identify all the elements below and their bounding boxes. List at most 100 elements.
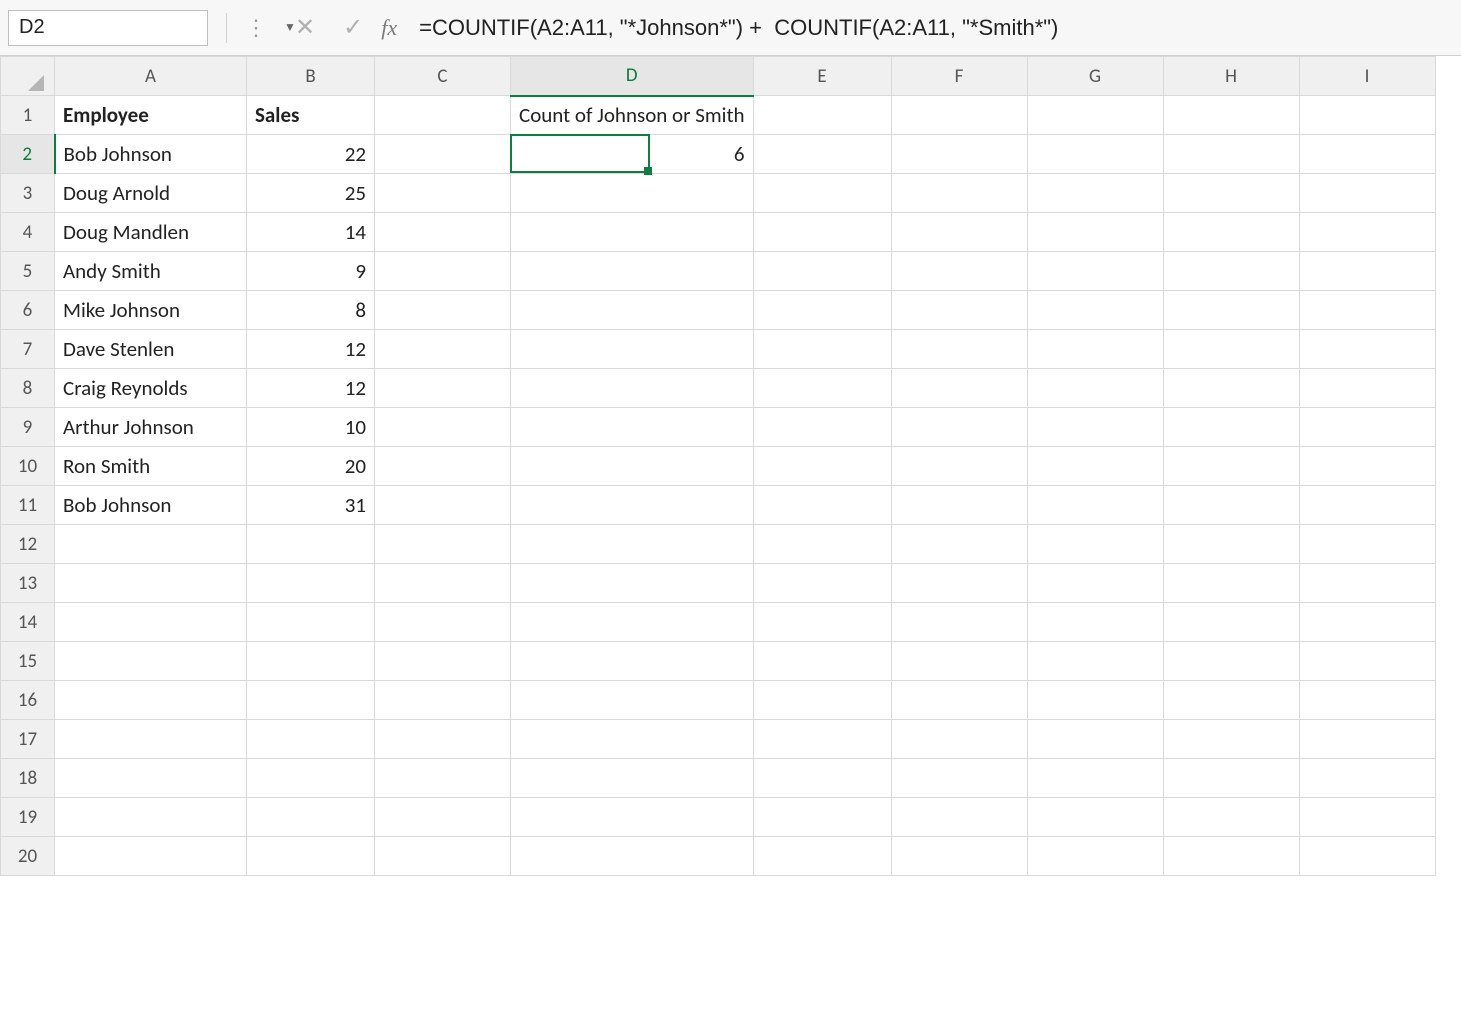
cell-C8[interactable] — [375, 369, 511, 408]
cell-D18[interactable] — [511, 759, 754, 798]
cell-E6[interactable] — [753, 291, 891, 330]
cell-B15[interactable] — [247, 642, 375, 681]
cell-A12[interactable] — [55, 525, 247, 564]
cell-A16[interactable] — [55, 681, 247, 720]
cell-C6[interactable] — [375, 291, 511, 330]
enter-check-icon[interactable]: ✓ — [343, 13, 363, 42]
col-header-B[interactable]: B — [247, 57, 375, 96]
cell-D10[interactable] — [511, 447, 754, 486]
cell-A5[interactable]: Andy Smith — [55, 252, 247, 291]
cell-I8[interactable] — [1299, 369, 1435, 408]
cell-A17[interactable] — [55, 720, 247, 759]
cell-E4[interactable] — [753, 213, 891, 252]
cell-F12[interactable] — [891, 525, 1027, 564]
cell-G1[interactable] — [1027, 96, 1163, 135]
cell-I3[interactable] — [1299, 174, 1435, 213]
cell-G19[interactable] — [1027, 798, 1163, 837]
cell-H1[interactable] — [1163, 96, 1299, 135]
row-header-4[interactable]: 4 — [1, 213, 55, 252]
cell-H11[interactable] — [1163, 486, 1299, 525]
cell-C2[interactable] — [375, 135, 511, 174]
row-header-9[interactable]: 9 — [1, 408, 55, 447]
cell-A15[interactable] — [55, 642, 247, 681]
cell-E15[interactable] — [753, 642, 891, 681]
cell-E2[interactable] — [753, 135, 891, 174]
row-header-16[interactable]: 16 — [1, 681, 55, 720]
row-header-6[interactable]: 6 — [1, 291, 55, 330]
cell-I13[interactable] — [1299, 564, 1435, 603]
cell-H5[interactable] — [1163, 252, 1299, 291]
cell-E8[interactable] — [753, 369, 891, 408]
cell-A6[interactable]: Mike Johnson — [55, 291, 247, 330]
cell-D9[interactable] — [511, 408, 754, 447]
cell-D3[interactable] — [511, 174, 754, 213]
spreadsheet-grid[interactable]: ABCDEFGHI1EmployeeSalesCount of Johnson … — [0, 56, 1461, 876]
cell-H16[interactable] — [1163, 681, 1299, 720]
select-all-corner[interactable] — [1, 57, 55, 96]
cell-G12[interactable] — [1027, 525, 1163, 564]
fx-icon[interactable]: fx — [381, 15, 397, 41]
cell-I14[interactable] — [1299, 603, 1435, 642]
col-header-I[interactable]: I — [1299, 57, 1435, 96]
cell-F5[interactable] — [891, 252, 1027, 291]
cell-G18[interactable] — [1027, 759, 1163, 798]
cell-E14[interactable] — [753, 603, 891, 642]
cell-B9[interactable]: 10 — [247, 408, 375, 447]
cell-C1[interactable] — [375, 96, 511, 135]
cell-B20[interactable] — [247, 837, 375, 876]
cell-D1[interactable]: Count of Johnson or Smith — [511, 96, 754, 135]
cell-G11[interactable] — [1027, 486, 1163, 525]
cell-B12[interactable] — [247, 525, 375, 564]
cell-F18[interactable] — [891, 759, 1027, 798]
cell-A4[interactable]: Doug Mandlen — [55, 213, 247, 252]
cell-B14[interactable] — [247, 603, 375, 642]
cell-D7[interactable] — [511, 330, 754, 369]
row-header-15[interactable]: 15 — [1, 642, 55, 681]
cell-D15[interactable] — [511, 642, 754, 681]
cell-F19[interactable] — [891, 798, 1027, 837]
cell-E18[interactable] — [753, 759, 891, 798]
cell-I2[interactable] — [1299, 135, 1435, 174]
cell-C5[interactable] — [375, 252, 511, 291]
row-header-13[interactable]: 13 — [1, 564, 55, 603]
cell-G5[interactable] — [1027, 252, 1163, 291]
cell-F10[interactable] — [891, 447, 1027, 486]
cell-H3[interactable] — [1163, 174, 1299, 213]
row-header-1[interactable]: 1 — [1, 96, 55, 135]
cell-A1[interactable]: Employee — [55, 96, 247, 135]
cell-F16[interactable] — [891, 681, 1027, 720]
cell-D17[interactable] — [511, 720, 754, 759]
cell-G16[interactable] — [1027, 681, 1163, 720]
row-header-19[interactable]: 19 — [1, 798, 55, 837]
cell-F2[interactable] — [891, 135, 1027, 174]
col-header-A[interactable]: A — [55, 57, 247, 96]
cell-G7[interactable] — [1027, 330, 1163, 369]
col-header-H[interactable]: H — [1163, 57, 1299, 96]
cell-H10[interactable] — [1163, 447, 1299, 486]
cell-I5[interactable] — [1299, 252, 1435, 291]
row-header-17[interactable]: 17 — [1, 720, 55, 759]
cell-B1[interactable]: Sales — [247, 96, 375, 135]
cell-E9[interactable] — [753, 408, 891, 447]
cell-C16[interactable] — [375, 681, 511, 720]
cell-I12[interactable] — [1299, 525, 1435, 564]
cell-E7[interactable] — [753, 330, 891, 369]
cell-G10[interactable] — [1027, 447, 1163, 486]
row-header-3[interactable]: 3 — [1, 174, 55, 213]
cell-H7[interactable] — [1163, 330, 1299, 369]
cell-I4[interactable] — [1299, 213, 1435, 252]
cell-E16[interactable] — [753, 681, 891, 720]
cell-C11[interactable] — [375, 486, 511, 525]
cell-B2[interactable]: 22 — [247, 135, 375, 174]
cell-H14[interactable] — [1163, 603, 1299, 642]
cell-I11[interactable] — [1299, 486, 1435, 525]
cell-E1[interactable] — [753, 96, 891, 135]
cell-F15[interactable] — [891, 642, 1027, 681]
cell-H8[interactable] — [1163, 369, 1299, 408]
cell-D19[interactable] — [511, 798, 754, 837]
cell-B17[interactable] — [247, 720, 375, 759]
cancel-icon[interactable]: ✕ — [295, 13, 315, 42]
cell-D5[interactable] — [511, 252, 754, 291]
cell-G17[interactable] — [1027, 720, 1163, 759]
name-box[interactable]: ▼ — [8, 10, 208, 46]
